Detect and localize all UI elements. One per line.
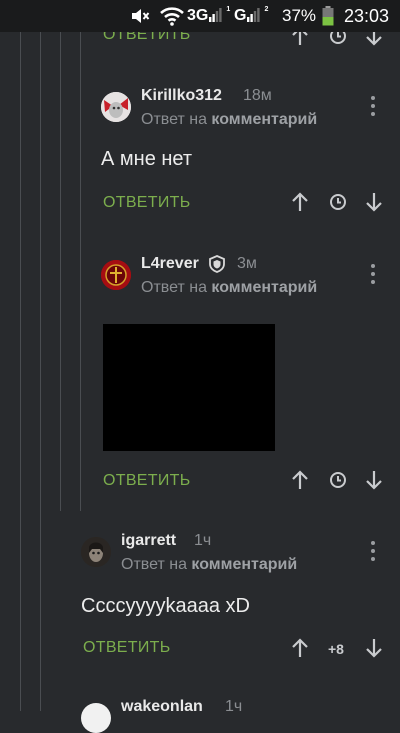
reply-to-link[interactable]: комментарий <box>211 111 317 128</box>
wifi-icon <box>160 0 184 32</box>
save-later-button[interactable] <box>326 190 350 214</box>
comment-image[interactable] <box>103 324 275 451</box>
upvote-button[interactable] <box>288 190 312 214</box>
username[interactable]: wakeonlan <box>121 698 203 716</box>
reply-to-line: Ответ на комментарий <box>141 111 317 129</box>
clock-icon <box>330 472 346 488</box>
signal-sim2: G 2 <box>234 0 276 32</box>
avatar[interactable] <box>81 703 111 733</box>
battery-icon <box>322 0 334 32</box>
status-bar: 3G 1 G 2 37% 23:03 <box>0 0 400 32</box>
reply-to-prefix: Ответ на <box>141 111 207 128</box>
more-vertical-icon[interactable] <box>367 94 379 118</box>
downvote-button[interactable] <box>362 468 386 492</box>
reply-button[interactable]: ОТВЕТИТЬ <box>83 639 171 657</box>
signal-icon <box>246 6 263 27</box>
comment-text: Ссссууууkaaaa xD <box>81 595 250 617</box>
signal-sim1: 3G 1 <box>187 0 231 32</box>
reply-button[interactable]: ОТВЕТИТЬ <box>103 472 191 490</box>
shield-badge-icon <box>208 255 226 273</box>
upvote-button[interactable] <box>288 636 312 660</box>
avatar[interactable] <box>81 537 111 567</box>
reply-to-line: Ответ на комментарий <box>141 279 317 297</box>
avatar[interactable] <box>101 260 131 290</box>
avatar[interactable] <box>101 92 131 122</box>
rating-score: +8 <box>328 641 344 657</box>
arrow-up-icon <box>292 192 308 211</box>
arrow-down-icon <box>366 639 382 658</box>
arrow-down-icon <box>366 471 382 490</box>
username[interactable]: igarrett <box>121 532 176 550</box>
reply-to-link[interactable]: комментарий <box>211 279 317 296</box>
network-type-1: 3G <box>187 7 209 24</box>
upvote-button[interactable] <box>288 468 312 492</box>
reply-to-link[interactable]: комментарий <box>191 556 297 573</box>
arrow-up-icon <box>292 470 308 489</box>
reply-to-prefix: Ответ на <box>121 556 187 573</box>
thread-line <box>80 240 81 510</box>
clock-time: 23:03 <box>344 5 390 26</box>
username[interactable]: L4rever <box>141 255 199 273</box>
downvote-button[interactable] <box>362 636 386 660</box>
more-vertical-icon[interactable] <box>367 539 379 563</box>
comment-time: 1ч <box>225 698 243 715</box>
reply-to-line: Ответ на комментарий <box>121 556 297 574</box>
comment-time: 3м <box>237 255 257 272</box>
thread-line <box>20 32 21 711</box>
reply-to-prefix: Ответ на <box>141 279 207 296</box>
reply-button[interactable]: ОТВЕТИТЬ <box>103 194 191 212</box>
thread-line <box>60 32 61 511</box>
sim-number-1: 1 <box>226 5 231 13</box>
arrow-up-icon <box>292 638 308 657</box>
comment-time: 1ч <box>194 532 212 549</box>
clock-icon <box>330 194 346 210</box>
arrow-down-icon <box>366 193 382 212</box>
username[interactable]: Kirillko312 <box>141 87 222 105</box>
mute-icon <box>130 0 152 32</box>
save-later-button[interactable] <box>326 468 350 492</box>
battery-percent: 37% <box>282 6 317 25</box>
downvote-button[interactable] <box>362 190 386 214</box>
thread-line <box>40 32 41 711</box>
comment-text: А мне нет <box>101 148 193 170</box>
sim-number-2: 2 <box>264 5 269 13</box>
network-type-2: G <box>234 7 247 24</box>
more-vertical-icon[interactable] <box>367 262 379 286</box>
signal-icon <box>208 6 225 27</box>
comment-time: 18м <box>243 87 272 104</box>
